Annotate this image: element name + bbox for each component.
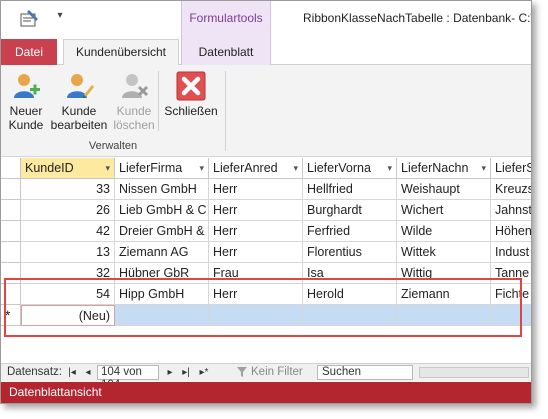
close-label: Schließen [164, 104, 218, 118]
row-selector[interactable] [1, 200, 21, 221]
horizontal-scrollbar[interactable] [419, 367, 529, 378]
cell-kundeid[interactable]: 26 [21, 200, 115, 221]
person-add-icon [14, 74, 40, 98]
cell-kundeid[interactable]: 42 [21, 221, 115, 242]
highlight-annotation [4, 278, 522, 337]
cell-liefernachname[interactable]: Wichert [397, 200, 491, 221]
close-red-x-icon [176, 71, 206, 101]
column-header-label: LieferAnred [213, 161, 278, 175]
new-customer-label-2: Kunde [8, 118, 44, 132]
access-window: ▾ Formulartools RibbonKlasseNachTabelle … [0, 0, 532, 404]
column-header-label: LieferFirma [119, 161, 183, 175]
column-header-kundeid[interactable]: KundeID ▾ [21, 158, 115, 179]
column-header-liefervorna[interactable]: LieferVorna ▾ [303, 158, 397, 179]
delete-customer-button[interactable]: Kunde löschen [111, 71, 157, 141]
chevron-down-icon[interactable]: ▾ [481, 158, 486, 178]
cell-liefervorname[interactable]: Burghardt [303, 200, 397, 221]
row-selector[interactable] [1, 242, 21, 263]
design-view-icon[interactable] [19, 8, 41, 28]
cell-lieferfirma[interactable]: Nissen GmbH [115, 179, 209, 200]
context-tab-group: Formulartools [181, 1, 271, 39]
delete-customer-label-2: löschen [113, 118, 155, 132]
new-customer-button[interactable]: Neuer Kunde [5, 71, 47, 141]
chevron-down-icon[interactable]: ▾ [293, 158, 298, 178]
cell-lieferfirma[interactable]: Ziemann AG [115, 242, 209, 263]
chevron-down-icon[interactable]: ▾ [105, 158, 110, 178]
new-customer-label-1: Neuer [9, 104, 43, 118]
cell-kundeid[interactable]: 33 [21, 179, 115, 200]
cell-lieferfirma[interactable]: Lieb GmbH & C [115, 200, 209, 221]
edit-customer-label-1: Kunde [61, 104, 97, 118]
cell-lieferanred[interactable]: Herr [209, 179, 303, 200]
cell-liefernachname[interactable]: Wilde [397, 221, 491, 242]
record-navigation-bar: Datensatz: |◂ ◂ 104 von 104 ▸ ▸| ▸* Kein… [1, 363, 531, 391]
edit-customer-button[interactable]: Kunde bearbeiten [47, 71, 111, 141]
no-filter-label[interactable]: Kein Filter [251, 364, 303, 381]
cell-liefervorname[interactable]: Florentius [303, 242, 397, 263]
ribbon-group-separator [225, 71, 226, 151]
row-selector[interactable] [1, 179, 21, 200]
column-header-lieferfirma[interactable]: LieferFirma ▾ [115, 158, 209, 179]
last-record-icon[interactable]: ▸| [179, 365, 193, 380]
column-header-label: KundeID [25, 161, 74, 175]
cell-lieferstrasse[interactable]: Indust [491, 242, 531, 263]
filter-icon[interactable] [237, 367, 247, 377]
new-record-nav-icon[interactable]: ▸* [197, 365, 211, 380]
search-input[interactable]: Suchen [317, 365, 413, 380]
window-title: RibbonKlasseNachTabelle : Datenbank- C:\ [303, 11, 532, 25]
column-header-lieferstrasse[interactable]: LieferS [491, 158, 531, 179]
column-header-label: LieferNachn [401, 161, 469, 175]
cell-liefervorname[interactable]: Ferfried [303, 221, 397, 242]
context-group-label: Formulartools [189, 11, 263, 25]
quick-access-dropdown-icon[interactable]: ▾ [53, 9, 67, 23]
cell-lieferanred[interactable]: Herr [209, 200, 303, 221]
first-record-icon[interactable]: |◂ [65, 365, 79, 380]
cell-lieferstrasse[interactable]: Jahnst [491, 200, 531, 221]
tab-file[interactable]: Datei [1, 39, 57, 65]
ribbon-separator [158, 71, 159, 131]
status-text: Datenblattansicht [9, 385, 102, 399]
previous-record-icon[interactable]: ◂ [81, 365, 95, 380]
title-bar: ▾ Formulartools RibbonKlasseNachTabelle … [1, 1, 531, 39]
cell-liefervorname[interactable]: Hellfried [303, 179, 397, 200]
status-bar: Datenblattansicht [1, 382, 531, 403]
edit-customer-label-2: bearbeiten [50, 118, 108, 132]
record-label: Datensatz: [7, 366, 62, 378]
ribbon-tab-row: Datei Kundenübersicht Datenblatt [1, 39, 531, 66]
column-header-label: LieferS [495, 161, 531, 175]
cell-lieferstrasse[interactable]: Kreuzs [491, 179, 531, 200]
ribbon: Neuer Kunde Kunde bearbeiten Kunde lösch… [1, 65, 531, 157]
chevron-down-icon[interactable]: ▾ [199, 158, 204, 178]
person-delete-icon [122, 74, 149, 98]
ribbon-group-label: Verwalten [88, 140, 138, 152]
column-header-liefernachn[interactable]: LieferNachn ▾ [397, 158, 491, 179]
cell-liefernachname[interactable]: Wittek [397, 242, 491, 263]
column-header-label: LieferVorna [307, 161, 371, 175]
cell-liefernachname[interactable]: Weishaupt [397, 179, 491, 200]
tab-datenblatt[interactable]: Datenblatt [181, 39, 271, 65]
delete-customer-label-1: Kunde [116, 104, 152, 118]
select-all-corner[interactable] [1, 158, 21, 179]
cell-lieferstrasse[interactable]: Höhen [491, 221, 531, 242]
cell-lieferfirma[interactable]: Dreier GmbH & [115, 221, 209, 242]
close-button[interactable]: Schließen [163, 71, 219, 141]
row-selector[interactable] [1, 221, 21, 242]
person-edit-icon [67, 74, 94, 98]
chevron-down-icon[interactable]: ▾ [387, 158, 392, 178]
cell-lieferanred[interactable]: Herr [209, 242, 303, 263]
column-header-lieferanred[interactable]: LieferAnred ▾ [209, 158, 303, 179]
tab-kundenuebersicht[interactable]: Kundenübersicht [63, 39, 179, 66]
record-position-input[interactable]: 104 von 104 [97, 365, 159, 391]
cell-kundeid[interactable]: 13 [21, 242, 115, 263]
cell-lieferanred[interactable]: Herr [209, 221, 303, 242]
next-record-icon[interactable]: ▸ [163, 365, 177, 380]
